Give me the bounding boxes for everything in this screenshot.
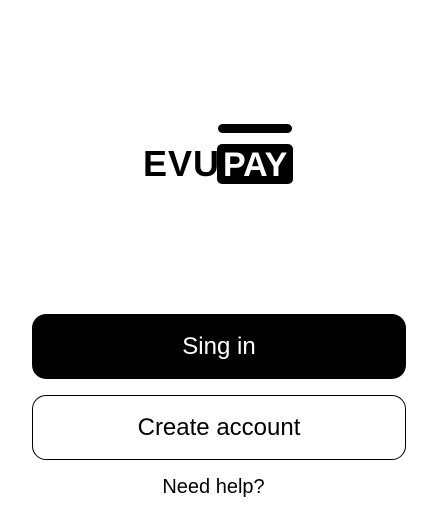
logo-top-bar [218,124,292,133]
need-help-link[interactable]: Need help? [0,476,427,499]
sign-in-label: Sing in [182,332,256,360]
sign-in-button[interactable]: Sing in [32,314,406,379]
logo-highlight-text: PAY [223,146,288,184]
evupay-logo: EVU PAY [143,124,293,186]
logo-prefix-text: EVU [143,143,220,184]
create-account-button[interactable]: Create account [32,395,406,460]
create-account-label: Create account [137,413,301,441]
